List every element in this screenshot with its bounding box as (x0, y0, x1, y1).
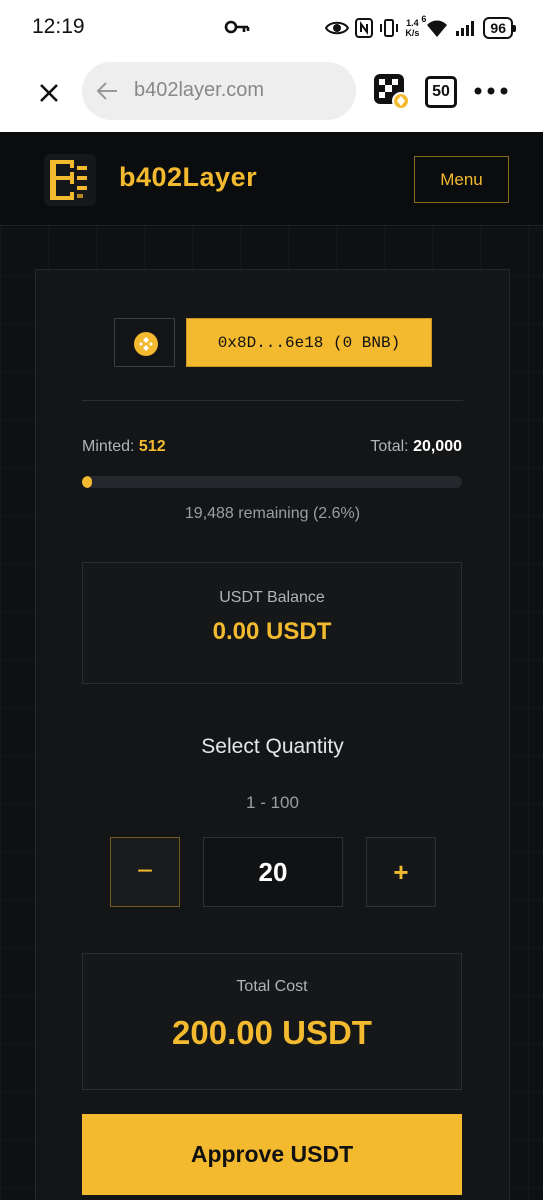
network-speed: 1.4 K/s (405, 18, 419, 38)
remaining-text: 19,488 remaining (2.6%) (184, 505, 361, 522)
site-header: b402Layer Menu (0, 132, 543, 226)
total-stat: Total: 20,000 (370, 438, 462, 456)
quantity-increment-button[interactable]: + (366, 837, 436, 907)
menu-button[interactable]: Menu (414, 156, 509, 203)
minted-stat: Minted: 512 (82, 438, 166, 456)
wifi-label: 6 (421, 14, 427, 24)
arrow-left-icon[interactable] (96, 81, 118, 101)
network-speed-value: 1.4 (406, 18, 419, 28)
select-quantity-title: Select Quantity (201, 735, 344, 758)
url-text[interactable]: b402layer.com (134, 79, 264, 102)
vpn-key-icon (224, 20, 250, 34)
mint-progress-bar (82, 476, 462, 488)
status-icons: 1.4 K/s 6 96 (325, 14, 516, 42)
total-cost-label: Total Cost (236, 978, 308, 995)
minted-label: Minted: (82, 438, 135, 455)
web-page: b402Layer Menu 0x8D...6e18 (0 BNB) Minte… (0, 132, 543, 1200)
browser-toolbar: b402layer.com 50 (0, 56, 543, 132)
address-bar[interactable]: b402layer.com (82, 62, 356, 120)
signal-icon (456, 21, 475, 36)
eye-icon (325, 21, 350, 35)
more-options-icon[interactable] (474, 86, 508, 96)
quantity-input[interactable]: 20 (203, 837, 343, 907)
bnb-icon (134, 332, 158, 356)
usdt-balance-label: USDT Balance (219, 589, 325, 606)
total-label: Total: (370, 438, 409, 455)
b402layer-logo-icon[interactable] (44, 154, 96, 206)
wifi-indicator: 6 (421, 14, 449, 38)
mint-card: 0x8D...6e18 (0 BNB) Minted: 512 Total: 2… (35, 269, 510, 1200)
total-value: 20,000 (413, 438, 462, 455)
divider (82, 400, 463, 401)
nfc-icon (355, 18, 374, 38)
network-speed-unit: K/s (405, 28, 420, 38)
battery-indicator: 96 (483, 17, 516, 39)
quantity-decrement-button[interactable]: − (110, 837, 180, 907)
okx-wallet-extension-icon[interactable] (374, 74, 410, 110)
usdt-balance-box: USDT Balance 0.00 USDT (82, 562, 462, 684)
minted-value: 512 (138, 438, 166, 455)
status-bar: 12:19 1.4 K/s 6 96 (0, 0, 543, 56)
total-cost-value: 200.00 USDT (172, 1014, 372, 1051)
wallet-address-button[interactable]: 0x8D...6e18 (0 BNB) (186, 318, 432, 367)
mint-progress-fill (82, 476, 92, 488)
usdt-balance-value: 0.00 USDT (212, 618, 332, 645)
vibrate-icon (380, 19, 399, 37)
tab-switcher-button[interactable]: 50 (425, 76, 457, 108)
close-icon[interactable] (34, 78, 64, 108)
wifi-icon (427, 20, 448, 37)
status-time: 12:19 (32, 15, 85, 38)
quantity-range: 1 - 100 (246, 793, 299, 812)
approve-usdt-button[interactable]: Approve USDT (82, 1114, 462, 1195)
total-cost-box: Total Cost 200.00 USDT (82, 953, 462, 1090)
network-selector[interactable] (114, 318, 175, 367)
site-brand-name[interactable]: b402Layer (119, 162, 257, 193)
